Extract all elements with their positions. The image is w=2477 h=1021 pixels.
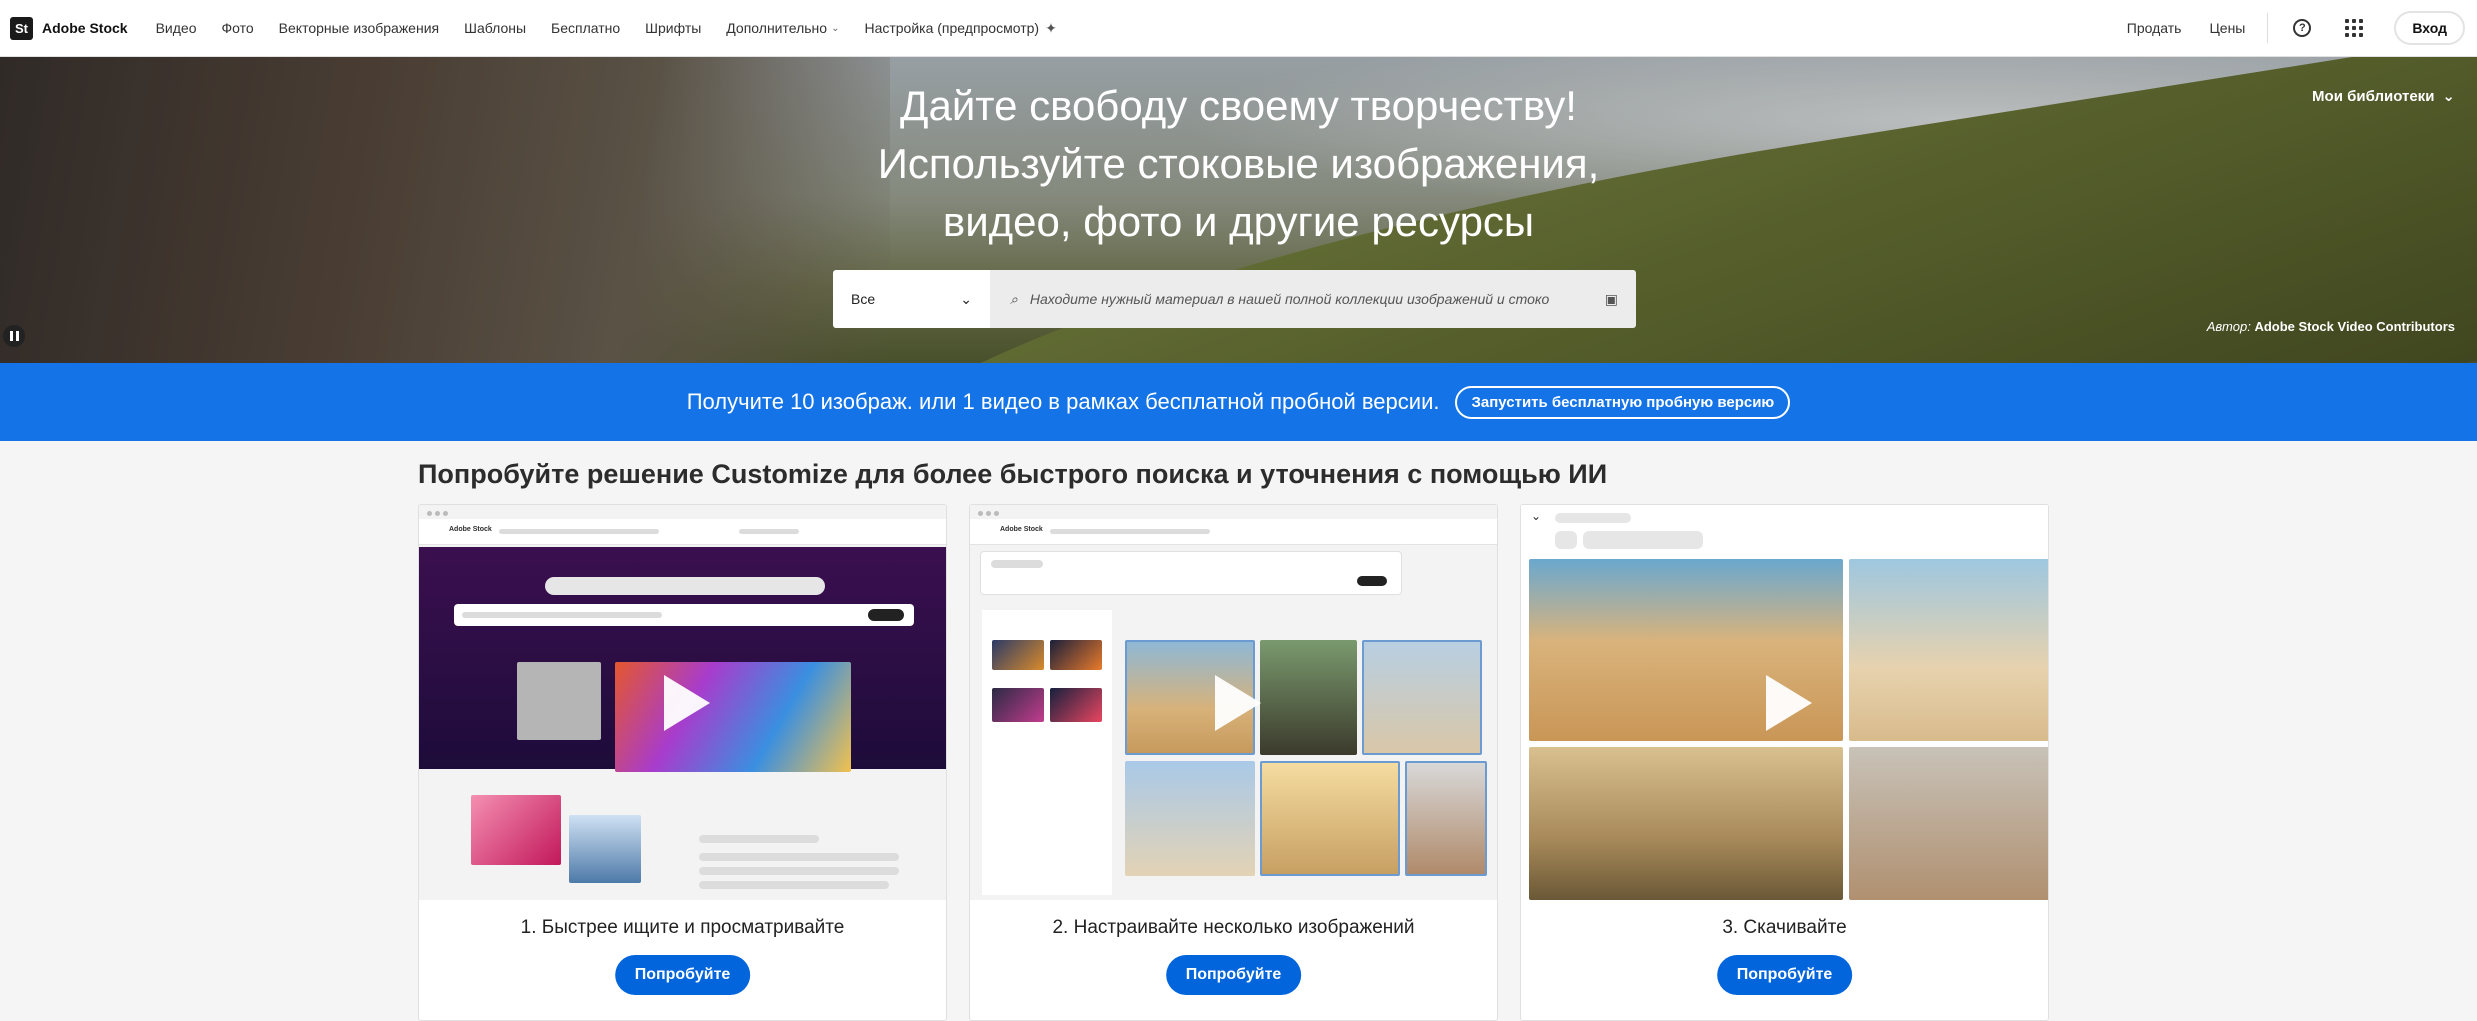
my-libraries-label: Мои библиотеки — [2312, 87, 2435, 105]
help-icon: ? — [2293, 19, 2312, 37]
nav-fonts[interactable]: Шрифты — [645, 20, 701, 36]
card-preview-video[interactable]: Adobe Stock — [970, 505, 1497, 900]
my-libraries-button[interactable]: Мои библиотеки ⌄ — [2312, 87, 2455, 106]
nav-templates[interactable]: Шаблоны — [464, 20, 526, 36]
adobe-stock-logo[interactable]: St Adobe Stock — [10, 16, 128, 40]
credit-prefix: Автор: — [2206, 319, 2251, 334]
section-title: Попробуйте решение Customize для более б… — [418, 459, 1608, 489]
app-switcher-icon — [2345, 19, 2364, 37]
chevron-down-icon: ⌄ — [2442, 88, 2455, 105]
hero-headline-line-1: Дайте свободу своему творчеству! — [900, 82, 1577, 129]
hero-mock — [419, 547, 946, 772]
promo-text: Получите 10 изображ. или 1 видео в рамка… — [686, 389, 1440, 414]
card-search-browse: Adobe Stock 1. Быстрее ищите и просматри… — [418, 504, 947, 1021]
pricing-link[interactable]: Цены — [2209, 20, 2245, 36]
nav-more-dropdown[interactable]: Дополнительно ⌄ — [726, 20, 839, 36]
mini-browser-nav: Adobe Stock — [970, 519, 1497, 545]
try-button[interactable]: Попробуйте — [1716, 955, 1853, 995]
search-input[interactable]: ⌕ Находите нужный материал в нашей полно… — [990, 270, 1636, 328]
pause-video-button[interactable] — [3, 325, 25, 347]
pause-icon — [9, 331, 13, 341]
top-navigation-bar: St Adobe Stock Видео Фото Векторные изоб… — [0, 0, 2477, 57]
mini-logo: Adobe Stock — [449, 526, 492, 533]
hero-headline-line-2: Используйте стоковые изображения, — [877, 140, 1600, 187]
card-title: 1. Быстрее ищите и просматривайте — [520, 917, 845, 938]
nav-customize-preview[interactable]: Настройка (предпросмотр) ✦ — [864, 20, 1056, 37]
sign-in-button[interactable]: Вход — [2394, 11, 2465, 45]
hero-headline: Дайте свободу своему творчеству! Использ… — [0, 77, 2477, 251]
nav-vectors[interactable]: Векторные изображения — [279, 20, 439, 36]
chevron-down-icon: ⌄ — [831, 22, 840, 34]
header-actions: Продать Цены ? Вход — [2127, 11, 2465, 45]
visual-search-icon[interactable]: ▣ — [1605, 291, 1618, 308]
chevron-down-icon: ⌄ — [960, 290, 972, 307]
nav-video[interactable]: Видео — [156, 20, 197, 36]
hero-credit: Автор: Adobe Stock Video Contributors — [2207, 319, 2455, 334]
card-preview-video[interactable]: Adobe Stock — [419, 505, 946, 900]
play-icon — [1215, 675, 1261, 731]
nav-more-label: Дополнительно — [726, 20, 828, 36]
mini-logo: Adobe Stock — [1000, 526, 1043, 533]
start-free-trial-button[interactable]: Запустить бесплатную пробную версию — [1455, 385, 1791, 419]
logo-text: Adobe Stock — [42, 20, 128, 36]
play-icon — [664, 675, 710, 731]
mini-browser-nav: Adobe Stock — [419, 519, 946, 545]
search-category-value: Все — [851, 291, 876, 307]
hero-banner: Дайте свободу своему творчеству! Использ… — [0, 57, 2477, 363]
credit-name[interactable]: Adobe Stock Video Contributors — [2254, 319, 2455, 334]
search-icon: ⌕ — [1010, 290, 1018, 307]
app-switcher-button[interactable] — [2342, 16, 2366, 40]
sell-link[interactable]: Продать — [2127, 20, 2182, 36]
search-placeholder: Находите нужный материал в нашей полной … — [1029, 291, 1550, 307]
card-title: 2. Настраивайте несколько изображений — [1052, 917, 1415, 938]
free-trial-banner: Получите 10 изображ. или 1 видео в рамка… — [0, 363, 2477, 441]
divider — [2267, 13, 2269, 43]
search-category-select[interactable]: Все ⌄ — [833, 270, 990, 328]
sparkle-icon: ✦ — [1045, 19, 1057, 36]
card-preview-video[interactable]: ⌄ — [1521, 505, 2048, 900]
help-button[interactable]: ? — [2290, 16, 2314, 40]
hero-headline-line-3: видео, фото и другие ресурсы — [942, 198, 1535, 245]
customize-cards: Adobe Stock 1. Быстрее ищите и просматри… — [418, 504, 2050, 1021]
main-nav: Видео Фото Векторные изображения Шаблоны… — [156, 20, 1057, 37]
nav-customize-label: Настройка (предпросмотр) — [864, 20, 1040, 36]
nav-free[interactable]: Бесплатно — [551, 20, 620, 36]
nav-photo[interactable]: Фото — [221, 20, 253, 36]
card-title: 3. Скачивайте — [1722, 917, 1847, 938]
search-bar: Все ⌄ ⌕ Находите нужный материал в нашей… — [833, 270, 1636, 328]
card-customize-images: Adobe Stock 2. Настраивайте несколько из… — [969, 504, 1498, 1021]
chevron-down-icon: ⌄ — [1531, 509, 1542, 523]
play-icon — [1766, 675, 1812, 731]
card-download: ⌄ 3. Скачивайте Попробуйте — [1520, 504, 2049, 1021]
logo-mark: St — [10, 16, 33, 40]
try-button[interactable]: Попробуйте — [614, 955, 751, 995]
try-button[interactable]: Попробуйте — [1165, 955, 1302, 995]
